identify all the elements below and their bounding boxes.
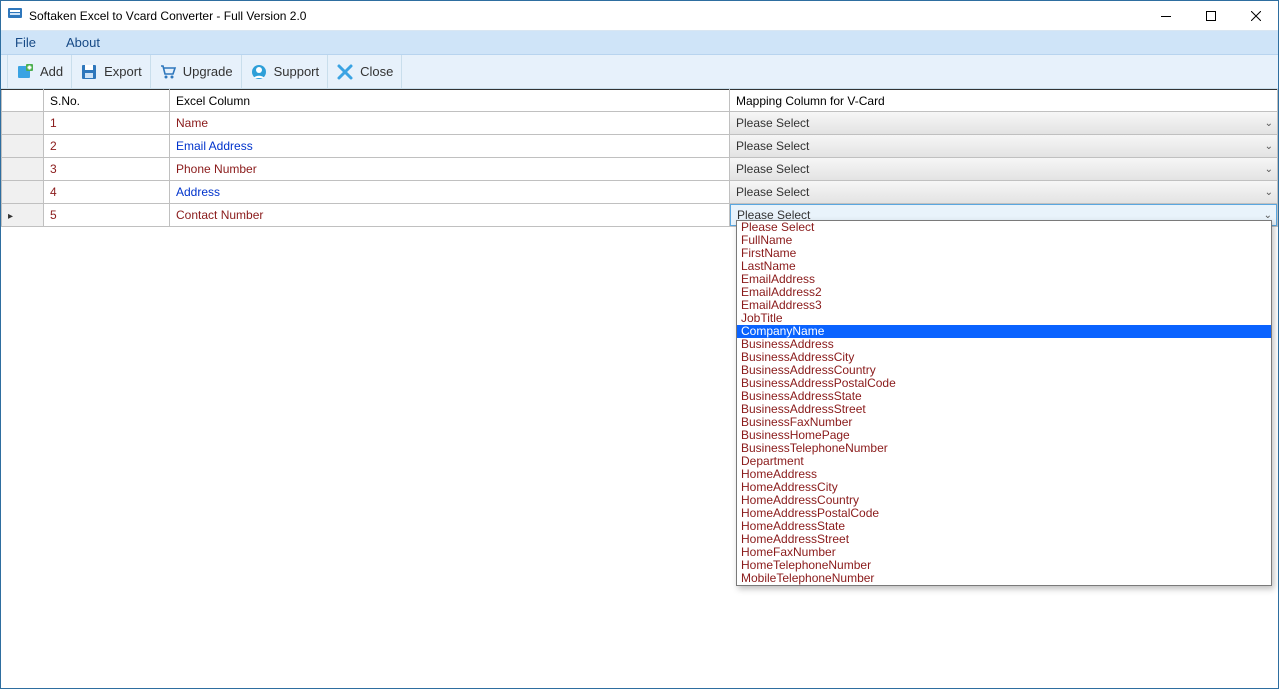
- dropdown-option[interactable]: MobileTelephoneNumber: [737, 572, 1271, 585]
- row-marker[interactable]: [2, 112, 44, 135]
- window-controls: [1143, 1, 1278, 31]
- save-icon: [80, 63, 98, 81]
- chevron-down-icon: ⌄: [1265, 164, 1273, 175]
- table-row[interactable]: 2Email Address Please Select ⌄: [2, 135, 1278, 158]
- add-label: Add: [40, 64, 63, 79]
- table-row[interactable]: 3Phone Number Please Select ⌄: [2, 158, 1278, 181]
- combobox-value: Please Select: [736, 139, 809, 153]
- cart-icon: [159, 63, 177, 81]
- table-row[interactable]: 4Address Please Select ⌄: [2, 181, 1278, 204]
- close-icon: [336, 63, 354, 81]
- chevron-down-icon: ⌄: [1265, 118, 1273, 129]
- excel-column-cell[interactable]: Address: [170, 181, 730, 204]
- add-icon: [16, 63, 34, 81]
- combobox-value: Please Select: [736, 116, 809, 130]
- sno-cell[interactable]: 1: [44, 112, 170, 135]
- chevron-down-icon: ⌄: [1264, 210, 1272, 221]
- grid-header-row: S.No. Excel Column Mapping Column for V-…: [2, 90, 1278, 112]
- minimize-button[interactable]: [1143, 1, 1188, 31]
- mapping-combobox[interactable]: Please Select ⌄: [730, 112, 1277, 134]
- toolbar: Add Export Upgrade Support Close: [1, 55, 1278, 89]
- header-map[interactable]: Mapping Column for V-Card: [730, 90, 1278, 112]
- dropdown-option[interactable]: Please Select: [737, 221, 1271, 234]
- combobox-value: Please Select: [736, 162, 809, 176]
- mapping-combobox[interactable]: Please Select ⌄: [730, 181, 1277, 203]
- export-button[interactable]: Export: [72, 55, 151, 88]
- app-icon: [7, 5, 23, 26]
- excel-column-cell[interactable]: Name: [170, 112, 730, 135]
- mapping-cell: Please Select ⌄: [730, 158, 1278, 181]
- titlebar: Softaken Excel to Vcard Converter - Full…: [1, 1, 1278, 31]
- excel-column-cell[interactable]: Email Address: [170, 135, 730, 158]
- support-icon: [250, 63, 268, 81]
- grid-area: S.No. Excel Column Mapping Column for V-…: [1, 89, 1278, 227]
- dropdown-option[interactable]: EmailAddress3: [737, 299, 1271, 312]
- sno-cell[interactable]: 2: [44, 135, 170, 158]
- mapping-combobox[interactable]: Please Select ⌄: [730, 158, 1277, 180]
- row-marker[interactable]: [2, 181, 44, 204]
- table-row[interactable]: 1Name Please Select ⌄: [2, 112, 1278, 135]
- close-button[interactable]: Close: [328, 55, 402, 88]
- sno-cell[interactable]: 5: [44, 204, 170, 227]
- support-button[interactable]: Support: [242, 55, 329, 88]
- upgrade-label: Upgrade: [183, 64, 233, 79]
- sno-cell[interactable]: 4: [44, 181, 170, 204]
- chevron-down-icon: ⌄: [1265, 141, 1273, 152]
- excel-column-cell[interactable]: Contact Number: [170, 204, 730, 227]
- dropdown-option[interactable]: BusinessTelephoneNumber: [737, 442, 1271, 455]
- mapping-cell: Please Select ⌄: [730, 135, 1278, 158]
- row-marker[interactable]: [2, 135, 44, 158]
- upgrade-button[interactable]: Upgrade: [151, 55, 242, 88]
- header-sno[interactable]: S.No.: [44, 90, 170, 112]
- support-label: Support: [274, 64, 320, 79]
- menu-about[interactable]: About: [60, 33, 106, 52]
- sno-cell[interactable]: 3: [44, 158, 170, 181]
- header-marker: [2, 90, 44, 112]
- combobox-value: Please Select: [736, 185, 809, 199]
- dropdown-option[interactable]: FullName: [737, 234, 1271, 247]
- close-label: Close: [360, 64, 393, 79]
- mapping-combobox[interactable]: Please Select ⌄: [730, 135, 1277, 157]
- mapping-cell: Please Select ⌄: [730, 112, 1278, 135]
- window-title: Softaken Excel to Vcard Converter - Full…: [29, 9, 306, 23]
- row-marker[interactable]: [2, 204, 44, 227]
- export-label: Export: [104, 64, 142, 79]
- header-excel[interactable]: Excel Column: [170, 90, 730, 112]
- titlebar-left: Softaken Excel to Vcard Converter - Full…: [1, 5, 306, 26]
- maximize-button[interactable]: [1188, 1, 1233, 31]
- menu-file[interactable]: File: [9, 33, 42, 52]
- close-window-button[interactable]: [1233, 1, 1278, 31]
- excel-column-cell[interactable]: Phone Number: [170, 158, 730, 181]
- mapping-grid: S.No. Excel Column Mapping Column for V-…: [1, 89, 1278, 227]
- row-marker[interactable]: [2, 158, 44, 181]
- dropdown-option[interactable]: FirstName: [737, 247, 1271, 260]
- add-button[interactable]: Add: [7, 55, 72, 88]
- mapping-dropdown-list[interactable]: Please SelectFullNameFirstNameLastName Em…: [736, 220, 1272, 586]
- mapping-cell: Please Select ⌄: [730, 181, 1278, 204]
- dropdown-option[interactable]: Department: [737, 455, 1271, 468]
- dropdown-option[interactable]: LastName: [737, 260, 1271, 273]
- chevron-down-icon: ⌄: [1265, 187, 1273, 198]
- app-window: Softaken Excel to Vcard Converter - Full…: [0, 0, 1279, 689]
- menubar: File About: [1, 31, 1278, 55]
